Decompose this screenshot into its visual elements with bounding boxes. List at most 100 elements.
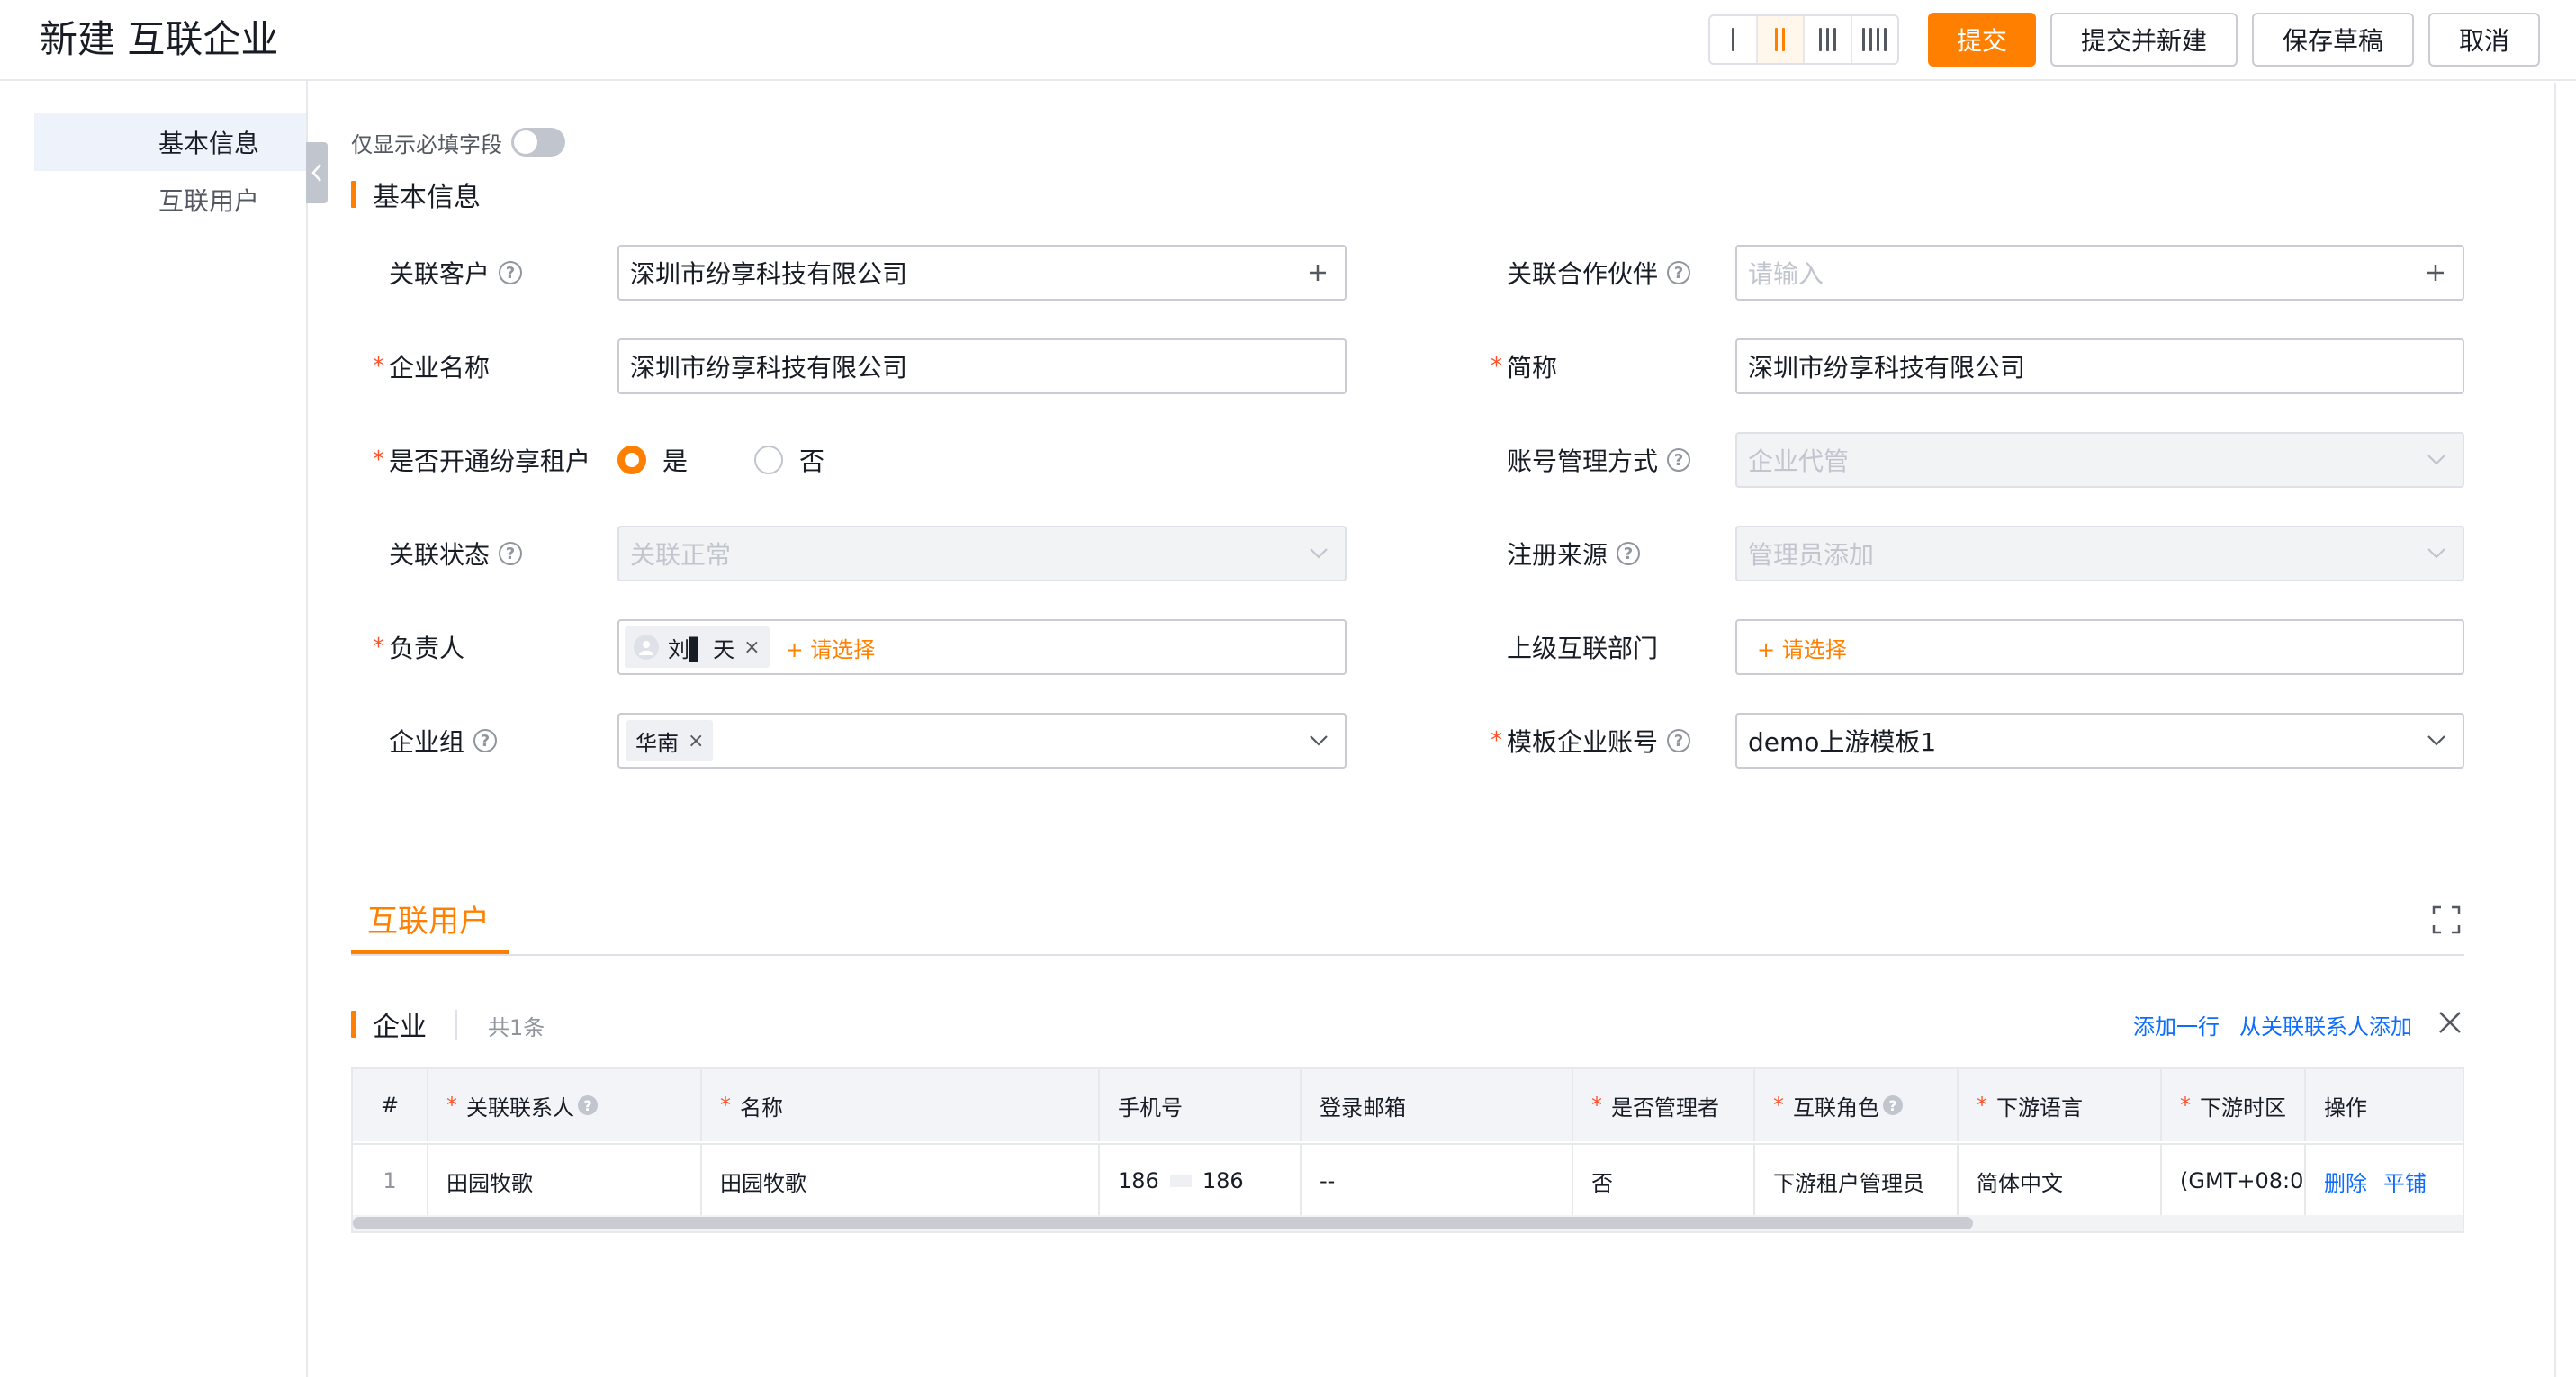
- cell-timezone[interactable]: (GMT+08:00: [2162, 1145, 2306, 1217]
- table-header-row: # * 关联联系人? * 名称 手机号 登录邮箱 * 是否管理者 * 互联角色? * 下游…: [353, 1069, 2463, 1141]
- label-account-mgmt: 账号管理方式 ?: [1507, 432, 1691, 488]
- account-mgmt-select: 企业代管: [1735, 432, 2464, 488]
- label-parent-dept: 上级互联部门: [1507, 634, 1659, 663]
- chevron-down-icon[interactable]: [1309, 734, 1329, 747]
- cell-is-admin[interactable]: 否: [1573, 1145, 1755, 1217]
- layout-4-columns[interactable]: [1852, 16, 1898, 63]
- layout-3-columns[interactable]: [1805, 16, 1852, 63]
- col-language[interactable]: * 下游语言: [1959, 1069, 2162, 1141]
- cell-operation: 删除 平铺: [2306, 1145, 2463, 1217]
- record-count: 共1条: [455, 1010, 545, 1040]
- label-template-account: * 模板企业账号 ?: [1491, 713, 1691, 769]
- cancel-button[interactable]: 取消: [2428, 13, 2540, 67]
- page-scroll-track[interactable]: [2554, 83, 2576, 1377]
- page-header: 新建 互联企业 提交 提交并新建 保存草稿 取消: [0, 0, 2576, 81]
- layout-1-column[interactable]: [1710, 16, 1758, 63]
- col-email[interactable]: 登录邮箱: [1302, 1069, 1573, 1141]
- nav-item-linked-users[interactable]: 互联用户: [34, 171, 306, 229]
- fullscreen-icon[interactable]: [2432, 905, 2461, 938]
- help-icon[interactable]: ?: [499, 542, 523, 565]
- label-short-name: * 简称: [1491, 353, 1558, 382]
- short-name-input[interactable]: 深圳市纷享科技有限公司: [1735, 338, 2464, 394]
- col-operation: 操作: [2324, 1094, 2367, 1120]
- nav-item-basic-info[interactable]: 基本信息: [34, 113, 306, 171]
- cell-role[interactable]: 下游租户管理员: [1755, 1145, 1959, 1217]
- radio-no[interactable]: [754, 446, 784, 474]
- label-company-name: * 企业名称: [373, 353, 491, 382]
- switch-knob: [514, 130, 537, 154]
- chevron-down-icon: [1309, 547, 1329, 560]
- col-is-admin[interactable]: * 是否管理者: [1573, 1069, 1755, 1141]
- section-accent-bar: [351, 181, 356, 208]
- collapse-nav-handle[interactable]: [306, 142, 328, 203]
- linked-partner-input[interactable]: 请输入: [1735, 245, 2464, 301]
- save-draft-button[interactable]: 保存草稿: [2252, 13, 2414, 67]
- add-row-link[interactable]: 添加一行: [2133, 1009, 2220, 1040]
- owner-add-link[interactable]: + 请选择: [786, 632, 876, 663]
- layout-2-columns[interactable]: [1757, 16, 1805, 63]
- label-linked-partner: 关联合作伙伴 ?: [1507, 245, 1691, 301]
- cell-name[interactable]: 田园牧歌: [702, 1145, 1100, 1217]
- cell-contact[interactable]: 田园牧歌: [428, 1145, 702, 1217]
- add-from-contacts-link[interactable]: 从关联联系人添加: [2239, 1009, 2412, 1040]
- company-group-select[interactable]: 华南 ×: [617, 713, 1347, 769]
- col-name[interactable]: * 名称: [702, 1069, 1100, 1141]
- plus-icon[interactable]: [1307, 262, 1329, 284]
- scrollbar-thumb[interactable]: [353, 1217, 1973, 1229]
- help-icon[interactable]: ?: [1667, 261, 1691, 284]
- col-contact[interactable]: * 关联联系人?: [428, 1069, 702, 1141]
- label-link-status: 关联状态 ?: [389, 526, 523, 581]
- label-reg-source: 注册来源 ?: [1507, 526, 1641, 581]
- radio-no-label[interactable]: 否: [799, 442, 824, 478]
- help-icon[interactable]: ?: [1617, 542, 1641, 565]
- cell-language[interactable]: 简体中文: [1959, 1145, 2162, 1217]
- submit-and-new-button[interactable]: 提交并新建: [2050, 13, 2238, 67]
- help-icon[interactable]: ?: [1667, 448, 1691, 472]
- col-phone[interactable]: 手机号: [1100, 1069, 1302, 1141]
- submit-button[interactable]: 提交: [1928, 13, 2036, 67]
- cell-index: 1: [353, 1145, 428, 1217]
- page-title: 新建 互联企业: [40, 17, 279, 61]
- help-icon[interactable]: ?: [499, 261, 523, 284]
- template-account-select[interactable]: demo上游模板1: [1735, 713, 2464, 769]
- owner-picker[interactable]: 刘▌ 天 × + 请选择: [617, 619, 1347, 675]
- plus-icon[interactable]: [2425, 262, 2446, 284]
- chevron-left-icon: [311, 164, 321, 182]
- chevron-down-icon[interactable]: [2427, 734, 2446, 747]
- remove-tag-icon[interactable]: ×: [743, 636, 760, 659]
- radio-yes[interactable]: [617, 446, 646, 474]
- label-company-group: 企业组 ?: [389, 713, 498, 769]
- radio-yes-label[interactable]: 是: [662, 442, 688, 478]
- owner-tag: 刘▌ 天 ×: [625, 626, 770, 668]
- required-only-switch[interactable]: [511, 128, 565, 157]
- open-tenant-radio-group: 是 否: [617, 432, 824, 488]
- parent-dept-picker[interactable]: + 请选择: [1735, 619, 2464, 675]
- linked-customer-input[interactable]: 深圳市纷享科技有限公司: [617, 245, 1347, 301]
- tab-linked-users[interactable]: 互联用户: [367, 896, 490, 940]
- parent-dept-add-link[interactable]: + 请选择: [1757, 632, 1847, 663]
- table-title: 企业: [373, 1012, 427, 1043]
- delete-row-link[interactable]: 删除: [2324, 1166, 2367, 1197]
- cell-phone[interactable]: 186 186: [1100, 1145, 1302, 1217]
- help-icon[interactable]: ?: [1883, 1095, 1903, 1115]
- link-status-select: 关联正常: [617, 526, 1347, 581]
- group-tag: 华南 ×: [626, 720, 714, 761]
- help-icon[interactable]: ?: [473, 729, 498, 752]
- tab-divider: [351, 954, 2464, 956]
- tile-row-link[interactable]: 平铺: [2383, 1166, 2427, 1197]
- help-icon[interactable]: ?: [1667, 729, 1691, 752]
- col-timezone[interactable]: * 下游时区: [2162, 1069, 2306, 1141]
- help-icon[interactable]: ?: [578, 1095, 598, 1115]
- close-icon[interactable]: [2437, 1010, 2463, 1039]
- remove-tag-icon[interactable]: ×: [688, 730, 704, 752]
- table-horizontal-scrollbar[interactable]: [353, 1215, 2463, 1231]
- column-layout-switch[interactable]: [1708, 14, 1899, 65]
- section-heading-basic-info: 基本信息: [351, 175, 481, 214]
- chevron-down-icon: [2427, 454, 2446, 466]
- col-role[interactable]: * 互联角色?: [1755, 1069, 1959, 1141]
- section-accent-bar: [351, 1011, 356, 1038]
- company-name-input[interactable]: 深圳市纷享科技有限公司: [617, 338, 1347, 394]
- cell-email[interactable]: --: [1302, 1145, 1573, 1217]
- required-only-label: 仅显示必填字段: [351, 131, 502, 158]
- label-linked-customer: 关联客户 ?: [389, 245, 523, 301]
